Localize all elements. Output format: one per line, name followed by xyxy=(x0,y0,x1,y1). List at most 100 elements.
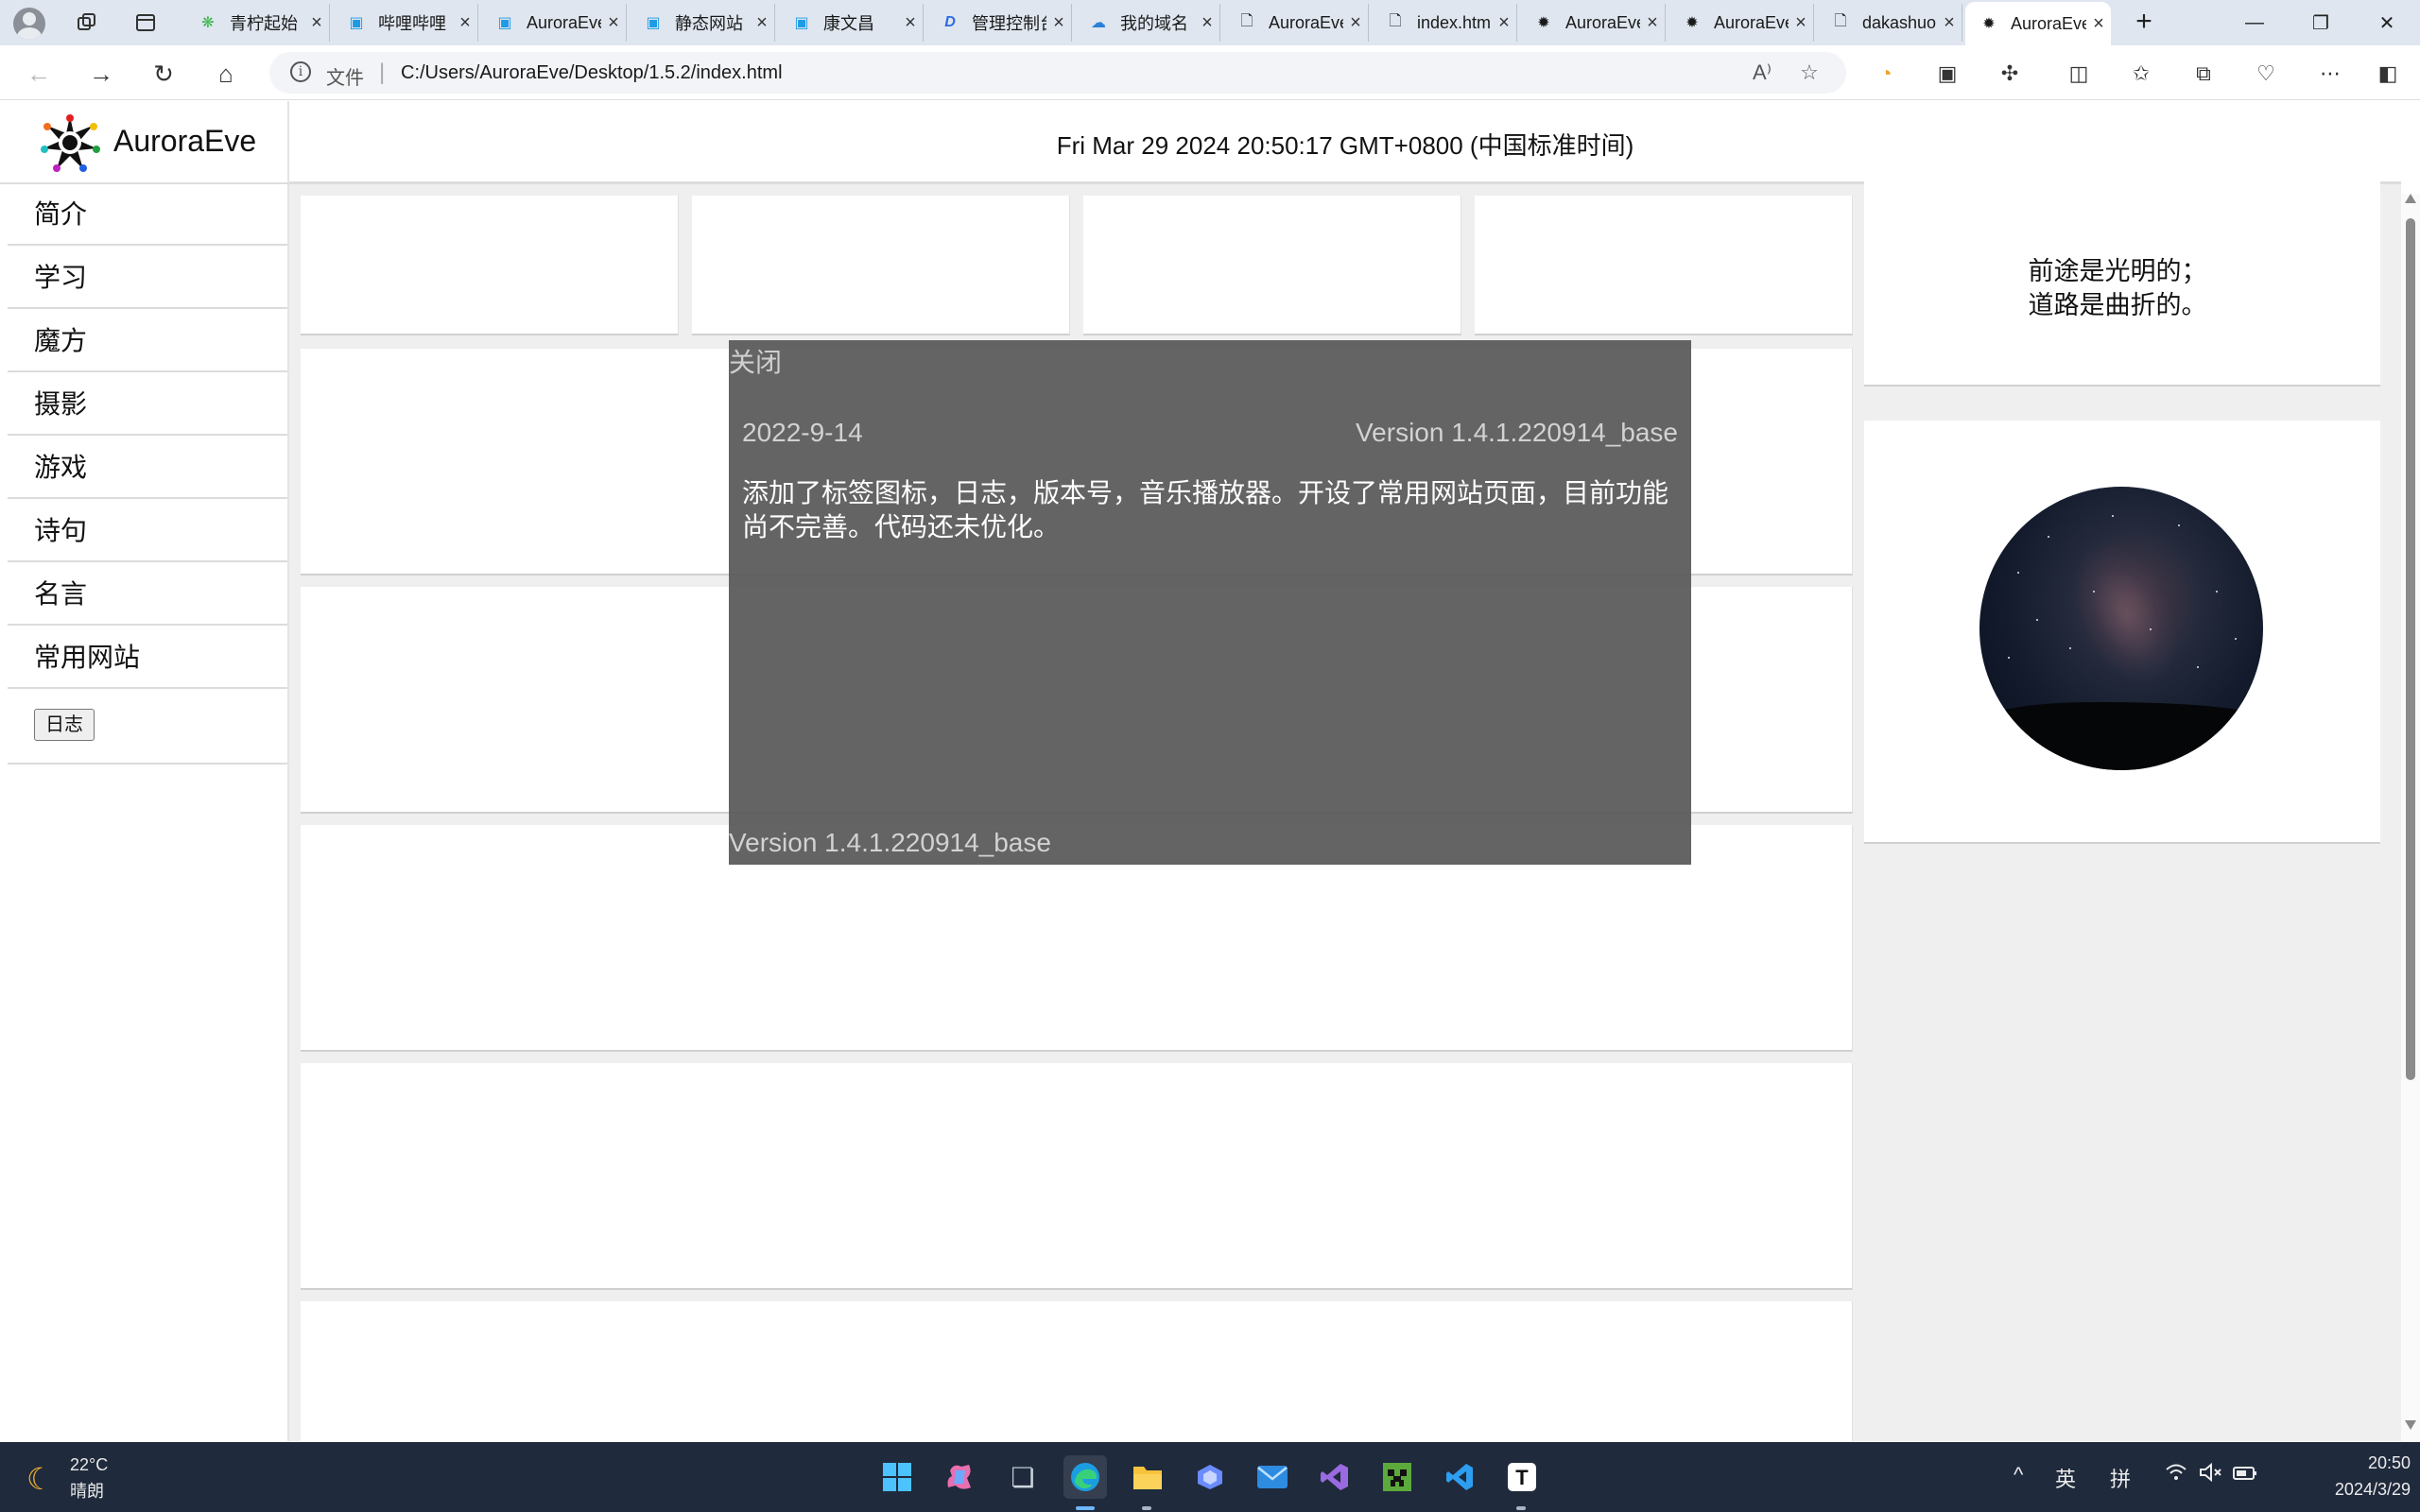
content-card xyxy=(301,1063,1853,1290)
bilibili-icon: ▣ xyxy=(497,15,512,31)
edge-icon[interactable] xyxy=(1063,1455,1107,1499)
close-window-icon[interactable]: ✕ xyxy=(2354,0,2420,45)
close-tab-icon[interactable]: × xyxy=(1195,12,1219,34)
start-windows-icon[interactable] xyxy=(875,1455,919,1499)
mail-icon[interactable] xyxy=(1251,1455,1294,1499)
browser-tab[interactable]: ✹ AuroraEve × xyxy=(1520,4,1666,42)
url-scheme-label: 文件 xyxy=(326,68,364,89)
typora-icon[interactable]: T xyxy=(1500,1455,1544,1499)
browser-tab[interactable]: ▣ 康文昌 × xyxy=(778,4,924,42)
address-bar[interactable]: i 文件 | C:/Users/AuroraEve/Desktop/1.5.2/… xyxy=(269,52,1846,94)
url-text[interactable]: C:/Users/AuroraEve/Desktop/1.5.2/index.h… xyxy=(401,62,783,84)
taskbar-clock-time[interactable]: 20:50 xyxy=(2307,1453,2411,1473)
site-logo-area[interactable]: AuroraEve xyxy=(0,101,289,184)
minecraft-icon[interactable] xyxy=(1375,1455,1419,1499)
browser-tab[interactable]: ▣ 静态网站 × xyxy=(630,4,775,42)
wifi-icon[interactable] xyxy=(2165,1463,2187,1487)
lime-icon: ❋ xyxy=(201,15,215,31)
extensions-puzzle-icon[interactable]: ✣ xyxy=(1993,57,2027,91)
close-tab-icon[interactable]: × xyxy=(453,12,477,34)
browser-tab[interactable]: 🗋 AuroraEve × xyxy=(1223,4,1369,42)
sidebar-item-websites[interactable]: 常用网站 xyxy=(8,627,287,689)
volume-muted-icon[interactable] xyxy=(2199,1462,2223,1487)
taskbar-clock-date[interactable]: 2024/3/29 xyxy=(2278,1480,2411,1500)
task-view-icon[interactable]: ❏ xyxy=(1001,1455,1045,1499)
changelog-date: 2022-9-14 xyxy=(742,418,863,447)
bilibili-icon: ▣ xyxy=(794,15,809,31)
home-icon[interactable]: ⌂ xyxy=(209,57,243,91)
favorites-icon[interactable]: ✩ xyxy=(2124,57,2158,91)
modal-close-button[interactable]: 关闭 xyxy=(729,342,782,380)
weather-temp[interactable]: 22°C xyxy=(70,1455,108,1475)
forward-icon[interactable]: → xyxy=(84,57,118,91)
ime-mode[interactable]: 拼 xyxy=(2110,1463,2131,1493)
quote-line: 前途是光明的； xyxy=(2028,257,2207,285)
browser-tab-active[interactable]: ✹ AuroraEve × xyxy=(1965,2,2111,45)
new-tab-button[interactable]: + xyxy=(2127,6,2161,40)
profile-avatar-icon[interactable] xyxy=(13,8,45,40)
file-explorer-icon[interactable] xyxy=(1126,1455,1169,1499)
browser-tab[interactable]: ▣ AuroraEve × xyxy=(481,4,627,42)
workspaces-icon[interactable] xyxy=(71,7,103,39)
visual-studio-icon[interactable] xyxy=(1313,1455,1357,1499)
sidebar-item-study[interactable]: 学习 xyxy=(8,248,287,309)
close-tab-icon[interactable]: × xyxy=(750,12,774,34)
sidebar-toggle-icon[interactable]: ◧ xyxy=(2371,57,2405,91)
split-screen-icon[interactable]: ◫ xyxy=(2062,57,2096,91)
browser-essentials-icon[interactable]: ♡ xyxy=(2249,57,2283,91)
browser-tab[interactable]: ▣ 哔哩哔哩 × xyxy=(333,4,478,42)
aurora-logo-icon: ✹ xyxy=(1685,15,1699,31)
browser-tab[interactable]: 🗋 index.html × xyxy=(1372,4,1517,42)
collections-icon[interactable]: ⧉ xyxy=(2187,57,2221,91)
close-tab-icon[interactable]: × xyxy=(601,12,626,34)
url-separator: | xyxy=(379,60,386,85)
sidebar-item-games[interactable]: 游戏 xyxy=(8,438,287,499)
browser-tab[interactable]: 🗋 dakashuo × xyxy=(1817,4,1962,42)
vscode-icon[interactable] xyxy=(1438,1455,1481,1499)
sidebar-item-poems[interactable]: 诗句 xyxy=(8,501,287,562)
browser-tab[interactable]: ☁ 我的域名 × xyxy=(1075,4,1220,42)
extension-icon[interactable]: ◔ xyxy=(1869,57,1903,91)
extension-icon[interactable]: ▣ xyxy=(1930,57,1964,91)
weather-desc[interactable]: 晴朗 xyxy=(70,1478,104,1503)
scroll-down-arrow-icon[interactable] xyxy=(2405,1420,2416,1430)
page-scrollbar[interactable] xyxy=(2401,194,2420,1441)
browser-tab[interactable]: D管理控制台× xyxy=(926,4,1072,42)
sidebar-item-photography[interactable]: 摄影 xyxy=(8,374,287,436)
close-tab-icon[interactable]: × xyxy=(2086,13,2111,35)
close-tab-icon[interactable]: × xyxy=(1640,12,1665,34)
close-tab-icon[interactable]: × xyxy=(1937,12,1962,34)
sidebar-item-intro[interactable]: 简介 xyxy=(8,184,287,246)
sidebar-item-quotes[interactable]: 名言 xyxy=(8,564,287,626)
refresh-icon[interactable]: ↻ xyxy=(147,57,181,91)
info-icon[interactable]: i xyxy=(290,61,311,82)
sidebar-item-cube[interactable]: 魔方 xyxy=(8,311,287,372)
copilot-icon[interactable] xyxy=(939,1455,982,1499)
browser-tab[interactable]: ✹ AuroraEve × xyxy=(1668,4,1814,42)
minimize-icon[interactable]: — xyxy=(2221,0,2288,45)
close-tab-icon[interactable]: × xyxy=(898,12,923,34)
restore-icon[interactable]: ❐ xyxy=(2288,0,2354,45)
close-tab-icon[interactable]: × xyxy=(1046,12,1071,34)
scroll-up-arrow-icon[interactable] xyxy=(2405,194,2416,203)
moon-icon[interactable]: ☾ xyxy=(26,1461,54,1497)
battery-icon[interactable] xyxy=(2233,1463,2257,1487)
back-icon[interactable]: ← xyxy=(22,57,56,91)
ime-language[interactable]: 英 xyxy=(2055,1463,2076,1493)
close-tab-icon[interactable]: × xyxy=(1789,12,1813,34)
scrollbar-thumb[interactable] xyxy=(2406,218,2415,1080)
more-options-icon[interactable]: ⋯ xyxy=(2313,57,2347,91)
favorite-star-icon[interactable]: ☆ xyxy=(1794,58,1824,88)
power-automate-icon[interactable] xyxy=(1188,1455,1232,1499)
page-viewport: AuroraEve Fri Mar 29 2024 20:50:17 GMT+0… xyxy=(0,101,2401,1441)
close-tab-icon[interactable]: × xyxy=(1343,12,1368,34)
browser-tab[interactable]: ❋ 青柠起始 × xyxy=(184,4,330,42)
tab-actions-icon[interactable] xyxy=(130,7,162,39)
log-button[interactable]: 日志 xyxy=(34,709,95,741)
close-tab-icon[interactable]: × xyxy=(304,12,329,34)
divider xyxy=(8,763,287,765)
aurora-logo-icon: ✹ xyxy=(1537,15,1550,31)
read-aloud-icon[interactable]: A⁾ xyxy=(1747,58,1777,88)
close-tab-icon[interactable]: × xyxy=(1492,12,1516,34)
show-hidden-icons-icon[interactable]: ^ xyxy=(2014,1463,2023,1487)
